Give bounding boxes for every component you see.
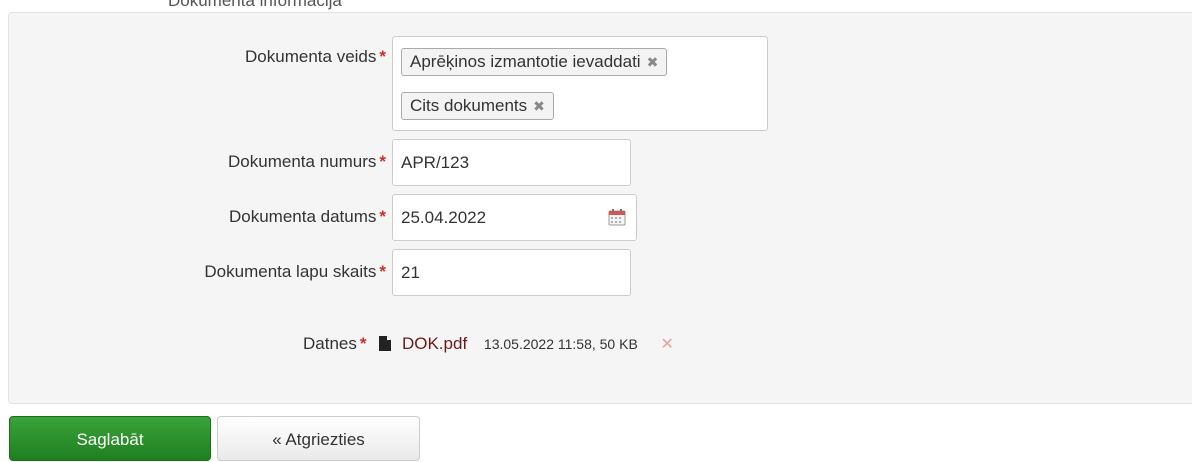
document-type-tag: Aprēķinos izmantotie ievaddati ✖ — [401, 48, 668, 76]
calendar-icon[interactable] — [608, 208, 626, 226]
document-date-label-text: Dokumenta datums — [228, 207, 377, 226]
required-marker: * — [379, 152, 386, 171]
save-button[interactable]: Saglabāt — [9, 416, 211, 461]
document-type-label-text: Dokumenta veids — [245, 47, 377, 66]
page-heading: Dokumenta informācija — [168, 0, 342, 10]
tag-label: Aprēķinos izmantotie ievaddati — [410, 52, 641, 71]
tag-label: Cits dokuments — [410, 96, 528, 115]
file-remove-icon[interactable]: ✕ — [661, 336, 674, 353]
file-icon — [379, 336, 392, 351]
required-marker: * — [379, 262, 386, 281]
files-row: Datnes * DOK.pdf 13.05.2022 11:58, 50 KB … — [303, 332, 674, 356]
required-marker: * — [379, 207, 386, 226]
document-type-tag: Cits dokuments ✖ — [401, 92, 554, 120]
tag-remove-icon[interactable]: ✖ — [647, 54, 659, 70]
file-meta: 13.05.2022 11:58, 50 KB — [483, 336, 638, 352]
required-marker: * — [379, 47, 386, 66]
document-date-value: 25.04.2022 — [401, 208, 487, 227]
document-number-label: Dokumenta numurs * — [228, 152, 386, 172]
document-number-label-text: Dokumenta numurs — [228, 152, 377, 171]
tag-remove-icon[interactable]: ✖ — [533, 98, 545, 114]
file-link[interactable]: DOK.pdf — [402, 334, 467, 353]
document-type-multiselect[interactable]: Aprēķinos izmantotie ievaddati ✖ Cits dok… — [392, 36, 768, 131]
document-type-label: Dokumenta veids * — [245, 47, 386, 67]
document-date-label: Dokumenta datums * — [229, 207, 386, 227]
page-count-label-text: Dokumenta lapu skaits — [204, 262, 377, 281]
document-number-input[interactable]: APR/123 — [392, 139, 631, 186]
files-label: Datnes — [303, 334, 357, 353]
document-date-input[interactable]: 25.04.2022 — [392, 194, 637, 241]
page-count-input[interactable]: 21 — [392, 249, 631, 296]
back-button[interactable]: « Atgriezties — [217, 416, 420, 461]
page-count-label: Dokumenta lapu skaits * — [204, 262, 386, 282]
required-marker: * — [359, 334, 367, 353]
